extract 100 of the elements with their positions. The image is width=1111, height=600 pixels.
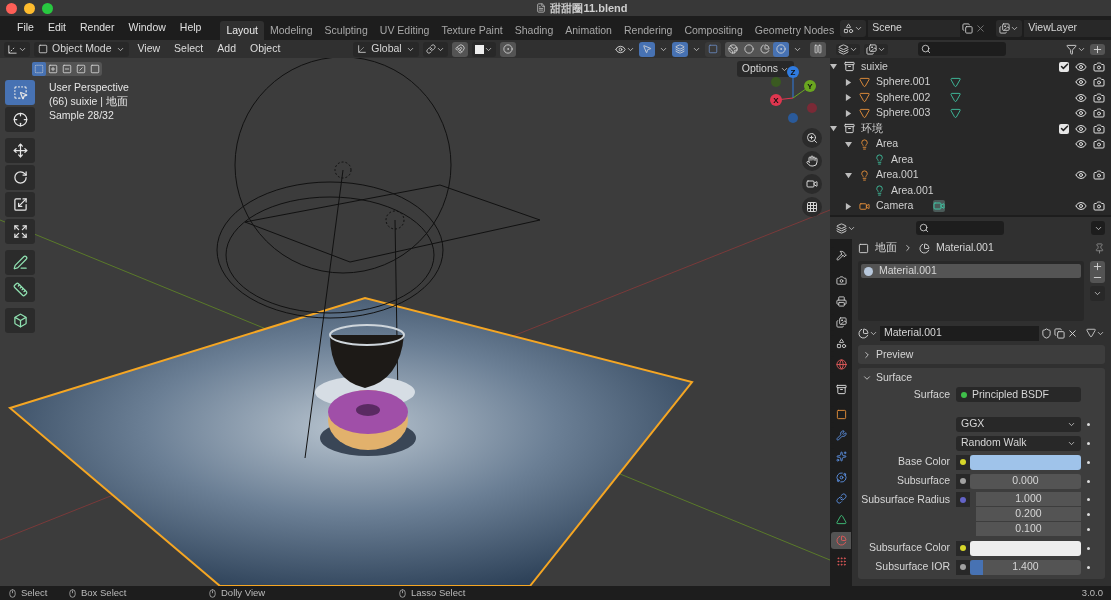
camera-icon[interactable] [1093, 169, 1105, 182]
viewport-menu-item[interactable]: Add [212, 41, 241, 57]
editor-type-button[interactable] [836, 222, 856, 234]
pin-icon[interactable] [1094, 242, 1105, 254]
options-dropdown-button[interactable] [1091, 221, 1105, 235]
filter-dropdown[interactable] [1066, 43, 1086, 55]
xray-toggle[interactable] [705, 41, 721, 57]
add-remove-slot-button[interactable] [1090, 261, 1105, 283]
browse-material-button[interactable] [858, 327, 878, 339]
number-field[interactable]: 0.200 [976, 507, 1081, 522]
eye-icon[interactable] [1075, 122, 1087, 135]
square-minus-button[interactable] [60, 62, 74, 76]
outliner-item-name[interactable]: Area.001 [891, 182, 934, 199]
menu-item[interactable]: Edit [40, 20, 73, 36]
expanded-arrow-icon[interactable] [845, 171, 852, 179]
menu-item[interactable]: Window [121, 20, 173, 36]
proportional-edit-toggle[interactable] [499, 41, 516, 57]
panel-title[interactable]: Preview [876, 346, 914, 363]
outliner-item-name[interactable]: Area.001 [876, 167, 919, 184]
ruler-tool-button[interactable] [5, 277, 35, 302]
checkbox[interactable] [1059, 123, 1069, 134]
camera-icon[interactable] [1093, 138, 1105, 151]
eye-icon[interactable] [1075, 200, 1087, 213]
viewport-menu-item[interactable]: View [132, 41, 166, 57]
number-field[interactable]: 0.100 [976, 522, 1081, 537]
workspace-tab[interactable]: Compositing [678, 21, 749, 40]
outliner-item-name[interactable]: Area [891, 151, 914, 168]
eye-icon[interactable] [1075, 91, 1087, 104]
camera-icon[interactable] [1093, 76, 1105, 89]
scale-tool-button[interactable] [5, 192, 35, 217]
material-sphere-button[interactable] [757, 41, 773, 57]
outliner-item-name[interactable]: Sphere.003 [876, 105, 931, 122]
gizmo-toggle[interactable] [639, 41, 655, 57]
camera-data-icon[interactable] [933, 200, 946, 213]
mesh-data-icon[interactable] [950, 107, 962, 119]
viewport-menu-item[interactable]: Select [169, 41, 209, 57]
solid-sphere-button[interactable] [741, 41, 757, 57]
eye-icon[interactable] [1075, 138, 1087, 151]
scene-field[interactable]: Scene [868, 19, 961, 37]
outliner-item-name[interactable]: Area [876, 136, 899, 153]
checkbox[interactable] [1059, 61, 1069, 72]
wireframe-sphere-button[interactable] [725, 41, 741, 57]
slider-field[interactable]: 1.400 [970, 559, 1081, 575]
cube-tool-button[interactable] [5, 308, 35, 333]
color-swatch[interactable] [970, 540, 1081, 556]
workspace-tab[interactable]: Geometry Nodes [748, 21, 841, 40]
menu-item[interactable]: Render [73, 20, 122, 36]
mesh-data-icon[interactable] [950, 92, 962, 104]
rotate-tool-button[interactable] [5, 165, 35, 190]
transform-tool-button[interactable] [5, 219, 35, 244]
search-field[interactable] [918, 42, 1006, 56]
workspace-tab[interactable]: Rendering [617, 21, 679, 40]
shield-icon[interactable] [1041, 327, 1052, 339]
copy-icon[interactable] [1054, 327, 1065, 339]
number-field[interactable]: 1.000 [976, 492, 1081, 507]
dropdown[interactable]: GGX [956, 416, 1081, 432]
outliner-item-name[interactable]: suixie [861, 58, 888, 75]
view-layer-selector-button[interactable] [996, 19, 1023, 37]
collapsed-arrow-icon[interactable] [845, 78, 852, 86]
snap-target-dropdown[interactable] [471, 41, 496, 57]
square-slash-button[interactable] [74, 62, 88, 76]
crosshair-tool-button[interactable] [5, 107, 35, 132]
copy-icon[interactable] [962, 22, 974, 34]
camera-icon[interactable] [1093, 91, 1105, 104]
menu-item[interactable]: File [10, 20, 41, 36]
workspace-tab[interactable]: Sculpting [318, 21, 374, 40]
outliner-item-name[interactable]: Sphere.002 [876, 89, 931, 106]
number-field[interactable]: 0.000 [970, 473, 1081, 489]
orientation-dropdown[interactable]: Global [353, 41, 419, 57]
square-plus-button[interactable] [46, 62, 60, 76]
editor-type-button[interactable] [4, 41, 30, 57]
square-button[interactable] [88, 62, 102, 76]
snap-toggle[interactable] [451, 41, 468, 57]
move-arrows-tool-button[interactable] [5, 138, 35, 163]
minimize-window-button[interactable] [24, 2, 35, 14]
viewport-menu-item[interactable]: Object [245, 41, 286, 57]
collapsed-arrow-icon[interactable] [845, 202, 852, 210]
camera-icon[interactable] [1093, 60, 1105, 73]
link-dropdown[interactable] [1086, 328, 1105, 338]
close-icon[interactable] [1067, 327, 1078, 339]
color-swatch[interactable] [970, 454, 1081, 470]
rendered-sphere-button[interactable] [773, 41, 789, 57]
material-name-field[interactable]: Material.001 [880, 325, 1039, 341]
outliner-item-name[interactable]: 环境 [861, 120, 883, 137]
overlay-toggle[interactable] [672, 41, 688, 57]
workspace-tab[interactable]: Modeling [263, 21, 319, 40]
expanded-arrow-icon[interactable] [845, 140, 852, 148]
new-collection-button[interactable] [1090, 43, 1105, 55]
workspace-tab[interactable]: Shading [508, 21, 560, 40]
visibility-dropdown[interactable] [615, 43, 635, 55]
pivot-dropdown[interactable] [422, 41, 448, 57]
expanded-arrow-icon[interactable] [830, 63, 837, 71]
close-icon[interactable] [975, 22, 987, 34]
outliner-item-name[interactable]: Camera [876, 198, 914, 215]
view-layer-field[interactable]: ViewLayer [1024, 19, 1111, 37]
maximize-window-button[interactable] [42, 2, 53, 14]
scene-selector-button[interactable] [840, 19, 867, 37]
menu-item[interactable]: Help [172, 20, 209, 36]
collapsed-arrow-icon[interactable] [845, 109, 852, 117]
shader-dropdown[interactable]: Principled BSDF [956, 387, 1081, 402]
